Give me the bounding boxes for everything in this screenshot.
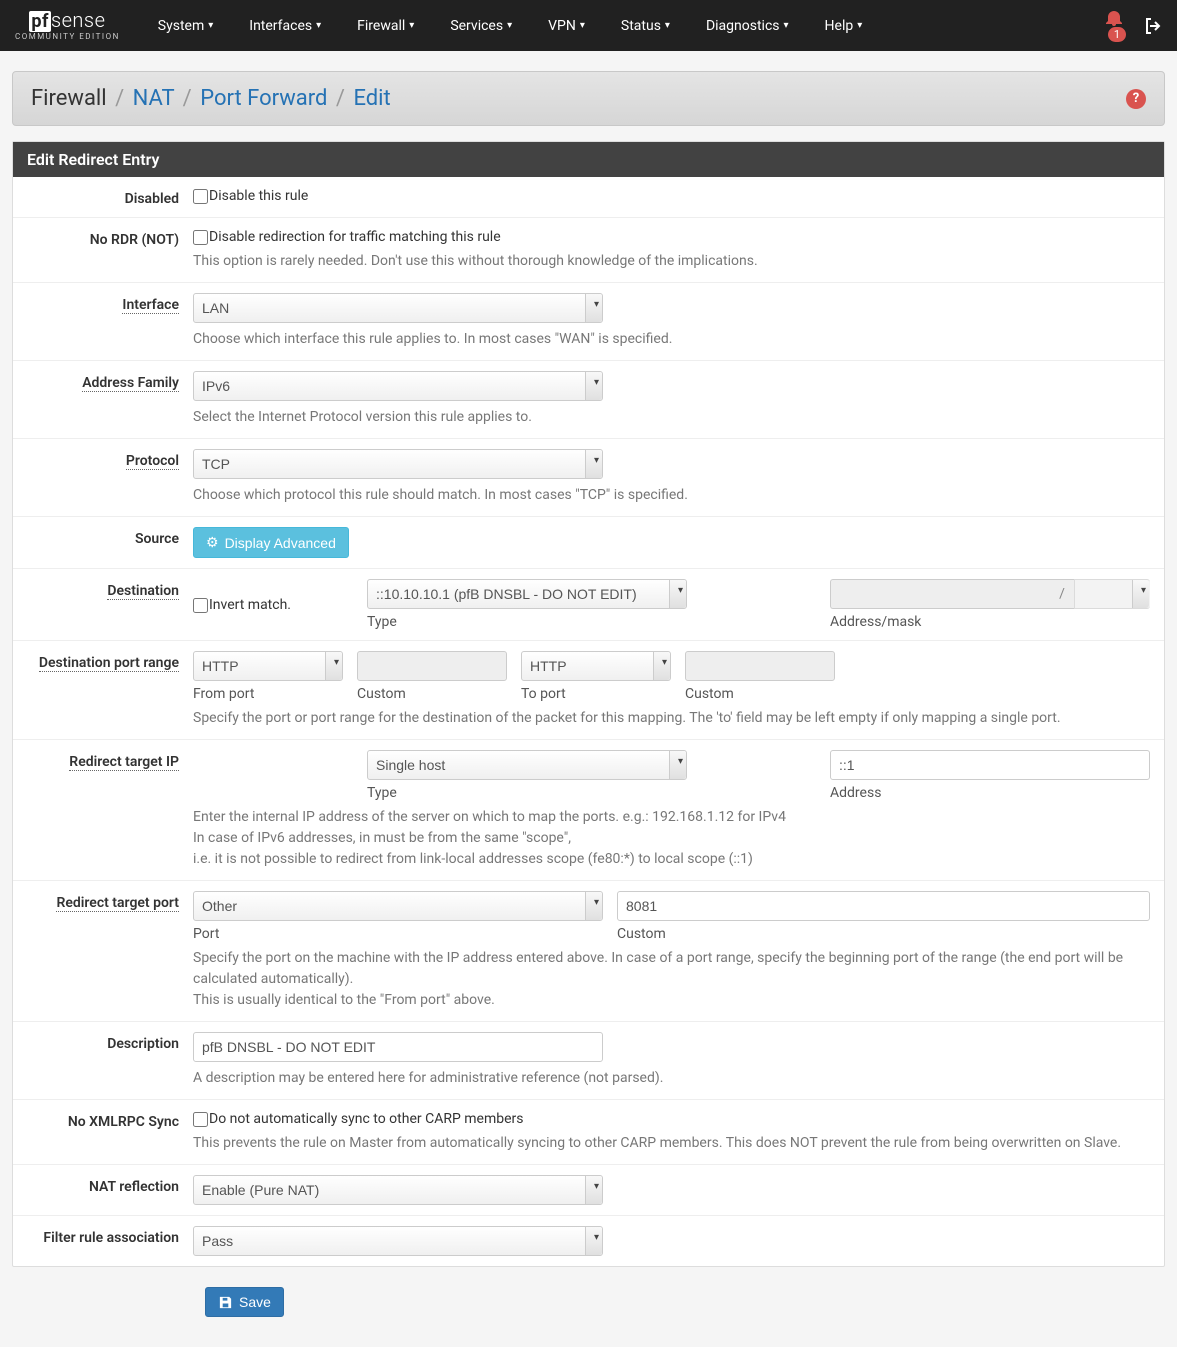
dest-from-port-select[interactable]: HTTP	[193, 651, 343, 681]
label-interface: Interface	[122, 297, 179, 314]
top-navbar: pfsense COMMUNITY EDITION System▾ Interf…	[0, 0, 1177, 51]
label-address-family: Address Family	[82, 375, 179, 392]
help-icon[interactable]: ?	[1126, 89, 1146, 109]
breadcrumb-nat[interactable]: NAT	[133, 86, 175, 111]
protocol-select[interactable]: TCP	[193, 449, 603, 479]
breadcrumb-port-forward[interactable]: Port Forward	[200, 86, 327, 111]
chevron-down-icon: ▾	[580, 20, 585, 31]
nordr-checkbox-label[interactable]: Disable redirection for traffic matching…	[193, 228, 1150, 245]
chevron-down-icon: ▾	[409, 20, 414, 31]
nat-reflection-览-select[interactable]: Enable (Pure NAT)	[193, 1175, 603, 1205]
label-destination: Destination	[107, 583, 179, 600]
nordr-help: This option is rarely needed. Don't use …	[193, 251, 1150, 272]
save-icon	[218, 1295, 233, 1310]
label-disabled: Disabled	[125, 191, 179, 207]
page-header: Firewall / NAT / Port Forward / Edit ?	[12, 71, 1165, 126]
rport-port-sublabel: Port	[193, 926, 603, 942]
dpr-from-sublabel: From port	[193, 686, 343, 702]
dest-invert-checkbox[interactable]	[193, 598, 208, 613]
edit-panel: Edit Redirect Entry Disabled Disable thi…	[12, 141, 1165, 1267]
disabled-checkbox-label[interactable]: Disable this rule	[193, 187, 1150, 204]
label-protocol: Protocol	[126, 453, 179, 470]
nav-diagnostics[interactable]: Diagnostics▾	[688, 0, 807, 51]
notification-count-badge: 1	[1108, 27, 1126, 42]
label-redirect-target-port: Redirect target port	[56, 895, 179, 912]
nav-vpn[interactable]: VPN▾	[530, 0, 603, 51]
rip-type-sublabel: Type	[367, 785, 687, 801]
chevron-down-icon: ▾	[857, 20, 862, 31]
address-family-help: Select the Internet Protocol version thi…	[193, 407, 1150, 428]
interface-select[interactable]: LAN	[193, 293, 603, 323]
interface-help: Choose which interface this rule applies…	[193, 329, 1150, 350]
label-dest-port-range: Destination port range	[39, 655, 179, 672]
dest-from-custom-input	[357, 651, 507, 681]
label-description: Description	[107, 1036, 179, 1052]
label-nordr: No RDR (NOT)	[90, 232, 179, 248]
logo[interactable]: pfsense COMMUNITY EDITION	[15, 10, 120, 41]
label-redirect-target-ip: Redirect target IP	[69, 754, 179, 771]
disabled-checkbox[interactable]	[193, 189, 208, 204]
rport-help: Specify the port on the machine with the…	[193, 948, 1150, 1011]
noxmlrpc-checkbox-label[interactable]: Do not automatically sync to other CARP …	[193, 1110, 1150, 1127]
dest-type-sublabel: Type	[367, 614, 687, 630]
slash-label: /	[1050, 579, 1074, 609]
dest-mask-select	[1074, 579, 1150, 609]
gear-icon	[206, 534, 219, 551]
redir-port-custom-input[interactable]	[617, 891, 1150, 921]
dest-invert-label[interactable]: Invert match.	[193, 596, 353, 613]
label-noxmlrpc: No XMLRPC Sync	[68, 1114, 179, 1130]
logo-pf: pf	[29, 11, 51, 32]
rip-help: Enter the internal IP address of the ser…	[193, 807, 1150, 870]
label-source: Source	[135, 531, 179, 547]
dpr-help: Specify the port or port range for the d…	[193, 708, 1150, 729]
nav-interfaces[interactable]: Interfaces▾	[231, 0, 339, 51]
dpr-custom1-sublabel: Custom	[357, 686, 507, 702]
description-help: A description may be entered here for ad…	[193, 1068, 1150, 1089]
notifications-button[interactable]: 1	[1106, 10, 1126, 42]
rport-custom-sublabel: Custom	[617, 926, 1150, 942]
protocol-help: Choose which protocol this rule should m…	[193, 485, 1150, 506]
noxmlrpc-help: This prevents the rule on Master from au…	[193, 1133, 1150, 1154]
label-nat-reflection: NAT reflection	[89, 1179, 179, 1195]
dest-address-input	[830, 579, 1050, 609]
nav-system[interactable]: System▾	[140, 0, 231, 51]
breadcrumb-edit[interactable]: Edit	[353, 86, 390, 111]
bell-icon	[1106, 10, 1122, 26]
chevron-down-icon: ▾	[316, 20, 321, 31]
logout-button[interactable]	[1144, 17, 1162, 35]
dest-type-select[interactable]: ::10.10.10.1 (pfB DNSBL - DO NOT EDIT)	[367, 579, 687, 609]
breadcrumb: Firewall / NAT / Port Forward / Edit	[31, 86, 391, 111]
breadcrumb-root: Firewall	[31, 86, 107, 111]
panel-title: Edit Redirect Entry	[13, 142, 1164, 177]
dpr-custom2-sublabel: Custom	[685, 686, 835, 702]
logo-sense: sense	[51, 8, 105, 32]
nav-firewall[interactable]: Firewall▾	[339, 0, 432, 51]
display-advanced-button[interactable]: Display Advanced	[193, 527, 349, 558]
nordr-checkbox[interactable]	[193, 230, 208, 245]
dest-to-custom-input	[685, 651, 835, 681]
label-filter-assoc: Filter rule association	[43, 1230, 179, 1246]
dest-to-port-select[interactable]: HTTP	[521, 651, 671, 681]
chevron-down-icon: ▾	[784, 20, 789, 31]
chevron-down-icon: ▾	[208, 20, 213, 31]
chevron-down-icon: ▾	[665, 20, 670, 31]
description-input[interactable]	[193, 1032, 603, 1062]
address-family-select[interactable]: IPv6	[193, 371, 603, 401]
redir-ip-type-select[interactable]: Single host	[367, 750, 687, 780]
save-button[interactable]: Save	[205, 1287, 284, 1317]
redir-port-select[interactable]: Other	[193, 891, 603, 921]
dest-address-sublabel: Address/mask	[830, 614, 1150, 630]
logo-sub: COMMUNITY EDITION	[15, 33, 120, 41]
rip-address-sublabel: Address	[830, 785, 1150, 801]
nav-services[interactable]: Services▾	[432, 0, 530, 51]
logout-icon	[1144, 17, 1162, 35]
nav-status[interactable]: Status▾	[603, 0, 688, 51]
nav-help[interactable]: Help▾	[807, 0, 881, 51]
dpr-to-sublabel: To port	[521, 686, 671, 702]
redir-ip-address-input[interactable]	[830, 750, 1150, 780]
noxmlrpc-checkbox[interactable]	[193, 1112, 208, 1127]
chevron-down-icon: ▾	[507, 20, 512, 31]
